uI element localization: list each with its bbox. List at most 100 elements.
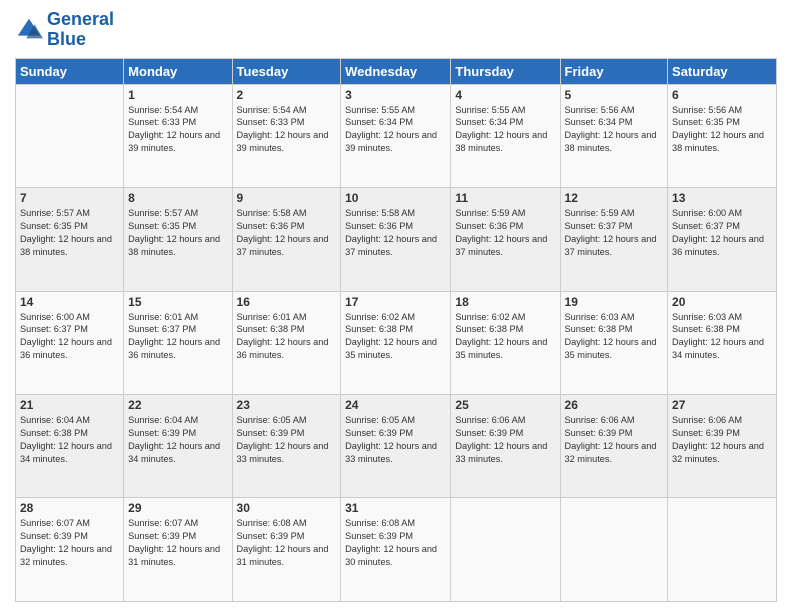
header-wednesday: Wednesday — [341, 58, 451, 84]
day-info: Sunrise: 5:58 AMSunset: 6:36 PMDaylight:… — [345, 207, 446, 259]
day-info: Sunrise: 5:56 AMSunset: 6:34 PMDaylight:… — [565, 104, 664, 156]
day-info: Sunrise: 6:00 AMSunset: 6:37 PMDaylight:… — [20, 311, 119, 363]
header: General Blue — [15, 10, 777, 50]
day-number: 9 — [237, 191, 337, 205]
cell-w1-d6: 13Sunrise: 6:00 AMSunset: 6:37 PMDayligh… — [668, 188, 777, 291]
day-info: Sunrise: 6:07 AMSunset: 6:39 PMDaylight:… — [20, 517, 119, 569]
cell-w4-d1: 29 Sunrise: 6:07 AMSunset: 6:39 PMDayligh… — [124, 498, 232, 602]
cell-w2-d0: 14 Sunrise: 6:00 AMSunset: 6:37 PMDayligh… — [16, 291, 124, 394]
cell-w1-d3: 10 Sunrise: 5:58 AMSunset: 6:36 PMDayligh… — [341, 188, 451, 291]
day-number: 2 — [237, 88, 337, 102]
day-number: 27 — [672, 398, 772, 412]
page: General Blue SundayMondayTuesdayWednesda… — [0, 0, 792, 612]
cell-w2-d1: 15 Sunrise: 6:01 AMSunset: 6:37 PMDayligh… — [124, 291, 232, 394]
day-number: 26 — [565, 398, 664, 412]
day-number: 3 — [345, 88, 446, 102]
day-info: Sunrise: 5:59 AMSunset: 6:37 PMDaylight:… — [565, 207, 664, 259]
day-info: Sunrise: 6:08 AMSunset: 6:39 PMDaylight:… — [345, 517, 446, 569]
cell-w2-d3: 17Sunrise: 6:02 AMSunset: 6:38 PMDayligh… — [341, 291, 451, 394]
header-thursday: Thursday — [451, 58, 560, 84]
day-number: 5 — [565, 88, 664, 102]
day-info: Sunrise: 6:08 AMSunset: 6:39 PMDaylight:… — [237, 517, 337, 569]
day-number: 19 — [565, 295, 664, 309]
week-row-0: 1 Sunrise: 5:54 AMSunset: 6:33 PMDaylight… — [16, 84, 777, 187]
day-number: 1 — [128, 88, 227, 102]
logo-icon — [15, 16, 43, 44]
cell-w1-d0: 7 Sunrise: 5:57 AMSunset: 6:35 PMDaylight… — [16, 188, 124, 291]
day-info: Sunrise: 5:59 AMSunset: 6:36 PMDaylight:… — [455, 207, 555, 259]
cell-w0-d0 — [16, 84, 124, 187]
header-friday: Friday — [560, 58, 668, 84]
day-number: 15 — [128, 295, 227, 309]
cell-w3-d2: 23Sunrise: 6:05 AMSunset: 6:39 PMDayligh… — [232, 395, 341, 498]
day-info: Sunrise: 6:06 AMSunset: 6:39 PMDaylight:… — [672, 414, 772, 466]
day-info: Sunrise: 5:54 AMSunset: 6:33 PMDaylight:… — [128, 104, 227, 156]
day-number: 7 — [20, 191, 119, 205]
cell-w1-d1: 8Sunrise: 5:57 AMSunset: 6:35 PMDaylight… — [124, 188, 232, 291]
cell-w0-d1: 1 Sunrise: 5:54 AMSunset: 6:33 PMDaylight… — [124, 84, 232, 187]
cell-w3-d1: 22 Sunrise: 6:04 AMSunset: 6:39 PMDayligh… — [124, 395, 232, 498]
day-info: Sunrise: 6:02 AMSunset: 6:38 PMDaylight:… — [345, 311, 446, 363]
day-info: Sunrise: 6:01 AMSunset: 6:38 PMDaylight:… — [237, 311, 337, 363]
day-info: Sunrise: 6:04 AMSunset: 6:38 PMDaylight:… — [20, 414, 119, 466]
cell-w1-d4: 11 Sunrise: 5:59 AMSunset: 6:36 PMDayligh… — [451, 188, 560, 291]
cell-w4-d4 — [451, 498, 560, 602]
day-info: Sunrise: 5:56 AMSunset: 6:35 PMDaylight:… — [672, 104, 772, 156]
day-number: 21 — [20, 398, 119, 412]
day-number: 29 — [128, 501, 227, 515]
cell-w1-d2: 9 Sunrise: 5:58 AMSunset: 6:36 PMDaylight… — [232, 188, 341, 291]
day-number: 16 — [237, 295, 337, 309]
day-number: 30 — [237, 501, 337, 515]
day-info: Sunrise: 5:57 AMSunset: 6:35 PMDaylight:… — [20, 207, 119, 259]
cell-w2-d2: 16 Sunrise: 6:01 AMSunset: 6:38 PMDayligh… — [232, 291, 341, 394]
header-row: SundayMondayTuesdayWednesdayThursdayFrid… — [16, 58, 777, 84]
cell-w1-d5: 12 Sunrise: 5:59 AMSunset: 6:37 PMDayligh… — [560, 188, 668, 291]
day-info: Sunrise: 6:05 AMSunset: 6:39 PMDaylight:… — [345, 414, 446, 466]
day-number: 22 — [128, 398, 227, 412]
day-info: Sunrise: 6:06 AMSunset: 6:39 PMDaylight:… — [565, 414, 664, 466]
day-number: 14 — [20, 295, 119, 309]
week-row-2: 14 Sunrise: 6:00 AMSunset: 6:37 PMDayligh… — [16, 291, 777, 394]
day-number: 18 — [455, 295, 555, 309]
week-row-4: 28Sunrise: 6:07 AMSunset: 6:39 PMDayligh… — [16, 498, 777, 602]
cell-w2-d4: 18Sunrise: 6:02 AMSunset: 6:38 PMDayligh… — [451, 291, 560, 394]
cell-w0-d2: 2 Sunrise: 5:54 AMSunset: 6:33 PMDaylight… — [232, 84, 341, 187]
day-info: Sunrise: 6:01 AMSunset: 6:37 PMDaylight:… — [128, 311, 227, 363]
day-info: Sunrise: 6:00 AMSunset: 6:37 PMDaylight:… — [672, 207, 772, 259]
cell-w4-d5 — [560, 498, 668, 602]
header-monday: Monday — [124, 58, 232, 84]
day-info: Sunrise: 6:05 AMSunset: 6:39 PMDaylight:… — [237, 414, 337, 466]
header-sunday: Sunday — [16, 58, 124, 84]
header-saturday: Saturday — [668, 58, 777, 84]
cell-w4-d6 — [668, 498, 777, 602]
cell-w3-d6: 27 Sunrise: 6:06 AMSunset: 6:39 PMDayligh… — [668, 395, 777, 498]
day-number: 20 — [672, 295, 772, 309]
day-info: Sunrise: 6:03 AMSunset: 6:38 PMDaylight:… — [565, 311, 664, 363]
day-info: Sunrise: 6:04 AMSunset: 6:39 PMDaylight:… — [128, 414, 227, 466]
day-number: 8 — [128, 191, 227, 205]
day-info: Sunrise: 5:58 AMSunset: 6:36 PMDaylight:… — [237, 207, 337, 259]
day-number: 6 — [672, 88, 772, 102]
cell-w3-d4: 25Sunrise: 6:06 AMSunset: 6:39 PMDayligh… — [451, 395, 560, 498]
cell-w2-d5: 19 Sunrise: 6:03 AMSunset: 6:38 PMDayligh… — [560, 291, 668, 394]
cell-w3-d5: 26 Sunrise: 6:06 AMSunset: 6:39 PMDayligh… — [560, 395, 668, 498]
cell-w4-d3: 31 Sunrise: 6:08 AMSunset: 6:39 PMDayligh… — [341, 498, 451, 602]
cell-w0-d6: 6 Sunrise: 5:56 AMSunset: 6:35 PMDaylight… — [668, 84, 777, 187]
day-number: 31 — [345, 501, 446, 515]
week-row-1: 7 Sunrise: 5:57 AMSunset: 6:35 PMDaylight… — [16, 188, 777, 291]
day-number: 12 — [565, 191, 664, 205]
day-info: Sunrise: 6:03 AMSunset: 6:38 PMDaylight:… — [672, 311, 772, 363]
day-info: Sunrise: 5:54 AMSunset: 6:33 PMDaylight:… — [237, 104, 337, 156]
day-number: 11 — [455, 191, 555, 205]
cell-w0-d4: 4Sunrise: 5:55 AMSunset: 6:34 PMDaylight… — [451, 84, 560, 187]
cell-w4-d2: 30 Sunrise: 6:08 AMSunset: 6:39 PMDayligh… — [232, 498, 341, 602]
header-tuesday: Tuesday — [232, 58, 341, 84]
logo-text: General Blue — [47, 10, 114, 50]
day-info: Sunrise: 6:07 AMSunset: 6:39 PMDaylight:… — [128, 517, 227, 569]
cell-w0-d3: 3Sunrise: 5:55 AMSunset: 6:34 PMDaylight… — [341, 84, 451, 187]
day-number: 10 — [345, 191, 446, 205]
logo: General Blue — [15, 10, 114, 50]
cell-w2-d6: 20 Sunrise: 6:03 AMSunset: 6:38 PMDayligh… — [668, 291, 777, 394]
cell-w4-d0: 28Sunrise: 6:07 AMSunset: 6:39 PMDayligh… — [16, 498, 124, 602]
day-info: Sunrise: 5:55 AMSunset: 6:34 PMDaylight:… — [455, 104, 555, 156]
